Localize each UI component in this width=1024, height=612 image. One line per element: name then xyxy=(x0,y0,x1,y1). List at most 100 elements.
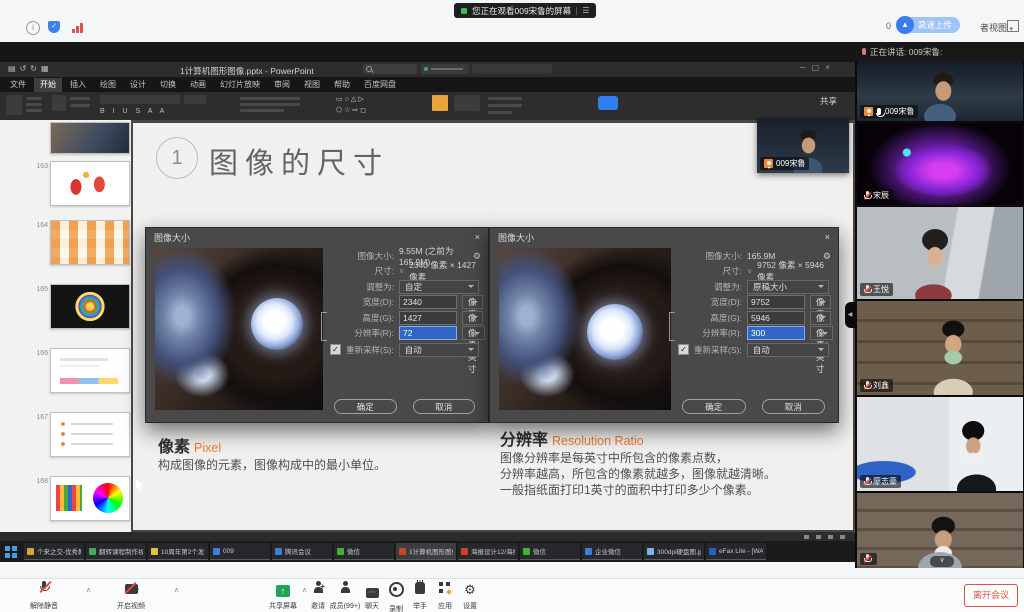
presenter-webcam-overlay[interactable]: 009宋鲁 xyxy=(757,118,849,173)
resolution-input[interactable]: 300 xyxy=(747,326,805,340)
height-input[interactable]: 5946 xyxy=(747,311,805,325)
ppt-account-chip[interactable] xyxy=(421,64,469,74)
paragraph-lines-icon[interactable] xyxy=(240,97,300,100)
taskbar-item[interactable]: 个来之交-优秀教师礼.. xyxy=(24,543,84,560)
cancel-button[interactable]: 取消 xyxy=(762,399,826,414)
new-slide-icon[interactable] xyxy=(52,95,66,111)
tab-review[interactable]: 审阅 xyxy=(268,78,296,92)
resample-checkbox[interactable]: ✓ xyxy=(678,344,689,355)
upload-pill[interactable]: ▲ 高速上传 xyxy=(896,16,960,34)
tab-draw[interactable]: 绘图 xyxy=(94,78,122,92)
resolution-unit-select[interactable]: 像素/英寸 xyxy=(810,326,833,340)
taskbar-item[interactable]: 009 xyxy=(210,543,270,560)
taskbar-item[interactable]: eFax Lite - [WANG.. xyxy=(706,543,766,560)
undo-icon[interactable]: ↺ xyxy=(20,64,31,73)
font-size-box[interactable] xyxy=(184,95,206,104)
info-icon[interactable]: i xyxy=(26,21,40,35)
tab-help[interactable]: 帮助 xyxy=(328,78,356,92)
dialog-header[interactable]: 图像大小 × xyxy=(146,228,488,246)
image-preview[interactable] xyxy=(499,248,671,410)
video-tile-presenter[interactable]: 009宋鲁 xyxy=(857,61,1023,121)
slide-thumbnail-layout[interactable] xyxy=(50,348,130,393)
tab-baidu-netdisk[interactable]: 百度网盘 xyxy=(358,78,402,92)
close-icon[interactable]: × xyxy=(825,232,830,242)
tab-insert[interactable]: 插入 xyxy=(64,78,92,92)
tab-slideshow[interactable]: 幻灯片放映 xyxy=(214,78,266,92)
height-unit-select[interactable]: 像素 xyxy=(462,311,483,325)
image-preview[interactable] xyxy=(155,248,323,410)
resolution-unit-select[interactable]: 像素/英寸 xyxy=(462,326,485,340)
fullscreen-icon[interactable] xyxy=(1007,20,1019,32)
leave-meeting-button[interactable]: 离开会议 xyxy=(964,584,1018,607)
video-tile[interactable]: 刘鑫 xyxy=(857,301,1023,395)
security-shield-icon[interactable]: ✓ xyxy=(48,21,60,33)
chevron-down-icon[interactable]: ∨ xyxy=(399,267,404,275)
paragraph-lines-icon[interactable] xyxy=(240,109,284,112)
taskbar-item[interactable]: 翻转课程制作视频 xyxy=(86,543,146,560)
shapes-gallery-row1[interactable]: ▭○△▷ xyxy=(336,95,366,103)
tab-home[interactable]: 开始 xyxy=(34,78,62,92)
ppt-share-button[interactable]: 共享 xyxy=(820,95,837,107)
ppt-window-controls[interactable]: ─▢× xyxy=(800,63,836,72)
height-unit-select[interactable]: 像素 xyxy=(810,311,831,325)
paragraph-lines-icon[interactable] xyxy=(240,103,300,106)
arrange-icon[interactable] xyxy=(454,95,480,111)
tab-design[interactable]: 设计 xyxy=(124,78,152,92)
video-tile[interactable]: 廖志豪 xyxy=(857,397,1023,491)
taskbar-item[interactable]: 微信 xyxy=(520,543,580,560)
link-dimensions-icon[interactable] xyxy=(669,312,675,341)
video-tile[interactable]: 王悦 xyxy=(857,207,1023,299)
tab-file[interactable]: 文件 xyxy=(4,78,32,92)
redo-icon[interactable]: ↻ xyxy=(30,64,41,73)
taskbar-item[interactable]: 海报设计12/海报预览.. xyxy=(458,543,518,560)
close-icon[interactable]: × xyxy=(475,232,480,242)
ok-button[interactable]: 确定 xyxy=(334,399,397,414)
close-icon[interactable]: × xyxy=(825,63,836,72)
slide-thumbnail-monkeys[interactable] xyxy=(50,161,130,206)
taskbar-item[interactable]: 300dpi硬盘图.jpg 份.. xyxy=(644,543,704,560)
mute-options-caret[interactable]: ∧ xyxy=(86,586,91,594)
height-input[interactable]: 1427 xyxy=(399,311,457,325)
resolution-input[interactable]: 72 xyxy=(399,326,457,340)
ok-button[interactable]: 确定 xyxy=(682,399,746,414)
font-name-box[interactable] xyxy=(100,95,180,104)
fit-to-select[interactable]: 原稿大小 xyxy=(747,280,829,294)
tab-view[interactable]: 视图 xyxy=(298,78,326,92)
width-input[interactable]: 2340 xyxy=(399,295,457,309)
slide-thumbnail-colorwheel[interactable] xyxy=(50,476,130,521)
save-icon[interactable]: ▤ xyxy=(8,64,20,73)
taskbar-item[interactable]: 10周年第2个发言稿务台 xyxy=(148,543,208,560)
width-unit-select[interactable]: 像素 xyxy=(810,295,831,309)
maximize-icon[interactable]: ▢ xyxy=(812,63,826,72)
tab-transitions[interactable]: 切换 xyxy=(154,78,182,92)
sidebar-collapse-handle[interactable]: ◀ xyxy=(845,302,855,328)
resample-select[interactable]: 自动 xyxy=(747,343,829,357)
shapes-gallery-row2[interactable]: ⬠☆⇨◻ xyxy=(336,106,368,114)
link-dimensions-icon[interactable] xyxy=(321,312,327,341)
chevron-down-icon[interactable]: ∨ xyxy=(747,267,752,275)
video-tile[interactable]: 宋辰 xyxy=(857,123,1023,205)
minimize-icon[interactable]: ─ xyxy=(800,63,812,72)
network-signal-icon[interactable] xyxy=(72,21,84,33)
ppt-quick-access-icons[interactable]: ▤↺↻▦ xyxy=(8,64,53,73)
resample-checkbox[interactable]: ✓ xyxy=(330,344,341,355)
scroll-more-chevron[interactable]: ∨ xyxy=(930,556,954,567)
tab-animations[interactable]: 动画 xyxy=(184,78,212,92)
taskbar-item[interactable]: 腾讯会议 xyxy=(272,543,332,560)
taskbar-item[interactable]: 微信 xyxy=(334,543,394,560)
resample-select[interactable]: 自动 xyxy=(399,343,479,357)
taskbar-item[interactable]: 企业微信 xyxy=(582,543,642,560)
slide-thumbnail-list[interactable] xyxy=(50,412,130,457)
font-style-buttons[interactable]: B I U S A A xyxy=(100,108,167,115)
grid-icon[interactable]: ▦ xyxy=(41,64,53,73)
quick-styles-icon[interactable] xyxy=(432,95,448,111)
start-button[interactable] xyxy=(4,545,18,559)
banner-menu-icon[interactable]: ☰ xyxy=(582,6,589,15)
slide-thumbnail-partial[interactable] xyxy=(50,122,130,154)
mute-button[interactable]: 解除静音 xyxy=(21,581,67,611)
paste-icon[interactable] xyxy=(6,95,22,115)
ppt-search-box[interactable] xyxy=(363,64,417,74)
settings-button[interactable]: ⚙ 设置 xyxy=(447,581,493,611)
baidu-netdisk-save-icon[interactable] xyxy=(598,96,618,110)
watching-banner[interactable]: 您正在观看009宋鲁的屏幕 ☰ xyxy=(454,3,596,18)
